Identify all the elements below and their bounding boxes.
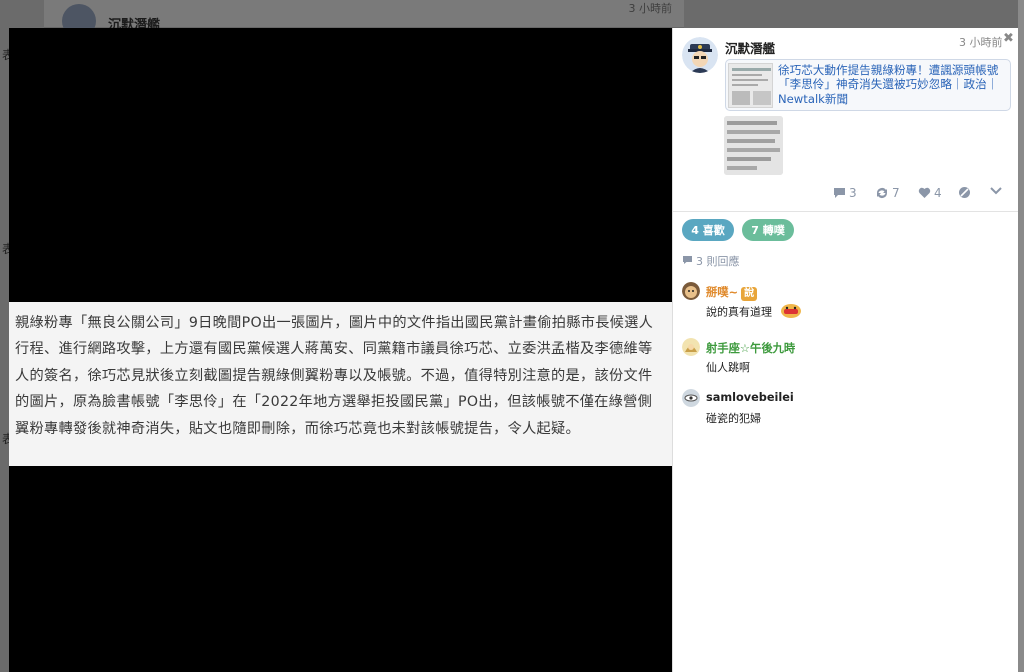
comment-count: 3 xyxy=(849,186,857,200)
comment-text: 仙人跳啊 xyxy=(706,361,750,374)
reposts-pill[interactable]: 7 轉噗 xyxy=(742,219,794,241)
image-viewer[interactable]: 親綠粉專「無良公關公司」9日晚間PO出一張圖片，圖片中的文件指出國民黨計畫偷拍縣… xyxy=(9,28,672,672)
chevron-down-icon xyxy=(989,186,1003,196)
mute-icon xyxy=(958,186,971,199)
author-name[interactable]: 沉默潛艦 xyxy=(725,38,775,57)
background-time: 3 小時前 xyxy=(628,2,673,15)
author-avatar[interactable] xyxy=(682,37,718,73)
like-count: 4 xyxy=(934,186,942,200)
post-actions: 3 7 4 xyxy=(673,186,1019,204)
mute-action[interactable] xyxy=(958,186,971,199)
comment-action[interactable]: 3 xyxy=(833,186,857,200)
attached-image-thumbnail[interactable] xyxy=(724,116,783,175)
comment-text: 說的真有道理 xyxy=(706,303,802,322)
heart-icon xyxy=(918,187,931,199)
likes-pill[interactable]: 4 喜歡 xyxy=(682,219,734,241)
comment-text: 碰瓷的犯婦 xyxy=(706,412,761,425)
says-badge: 說 xyxy=(741,287,758,301)
commenter-avatar[interactable] xyxy=(682,282,700,300)
commenter-avatar[interactable] xyxy=(682,389,700,407)
reply-count: 3 則回應 xyxy=(682,253,740,269)
commenter-name-text: 掰噗~ xyxy=(706,286,739,299)
comment-text-content: 說的真有道理 xyxy=(706,305,772,319)
commenter-avatar[interactable] xyxy=(682,338,700,356)
link-thumbnail xyxy=(728,63,773,108)
commenter-name[interactable]: 射手座☆午後九時 xyxy=(706,340,795,356)
post-header: 沉默潛艦 3 小時前 ✖ 徐巧芯大動作提告親綠粉專！遭諷源頭帳號「李思伶」神奇消… xyxy=(673,28,1018,212)
commenter-name-text: 射手座☆午後九時 xyxy=(706,342,796,355)
repost-action[interactable]: 7 xyxy=(875,186,900,200)
emoticon-icon xyxy=(780,303,802,322)
post-detail-panel: 沉默潛艦 3 小時前 ✖ 徐巧芯大動作提告親綠粉專！遭諷源頭帳號「李思伶」神奇消… xyxy=(672,28,1018,672)
link-preview-card[interactable]: 徐巧芯大動作提告親綠粉專！遭諷源頭帳號「李思伶」神奇消失還被巧妙忽略｜政治｜Ne… xyxy=(725,59,1011,111)
commenter-name-text: samlovebeilei xyxy=(706,391,794,404)
like-action[interactable]: 4 xyxy=(918,186,942,200)
post-time: 3 小時前 xyxy=(959,36,1003,49)
commenter-name[interactable]: samlovebeilei xyxy=(706,391,794,404)
commenter-name[interactable]: 掰噗~ 說 xyxy=(706,284,758,301)
repost-count: 7 xyxy=(892,186,900,200)
reply-count-label: 3 則回應 xyxy=(696,255,740,268)
more-action[interactable] xyxy=(989,186,1003,196)
close-icon[interactable]: ✖ xyxy=(1003,31,1014,46)
comment-icon xyxy=(833,187,846,199)
background-post-card: 沉默潛艦 3 小時前 xyxy=(44,0,684,38)
comment-icon xyxy=(682,255,693,268)
article-screenshot-text: 親綠粉專「無良公關公司」9日晚間PO出一張圖片，圖片中的文件指出國民黨計畫偷拍縣… xyxy=(9,302,672,466)
link-title[interactable]: 徐巧芯大動作提告親綠粉專！遭諷源頭帳號「李思伶」神奇消失還被巧妙忽略｜政治｜Ne… xyxy=(778,63,1008,106)
repost-icon xyxy=(875,187,889,199)
background-scroll-strip xyxy=(1018,0,1024,672)
